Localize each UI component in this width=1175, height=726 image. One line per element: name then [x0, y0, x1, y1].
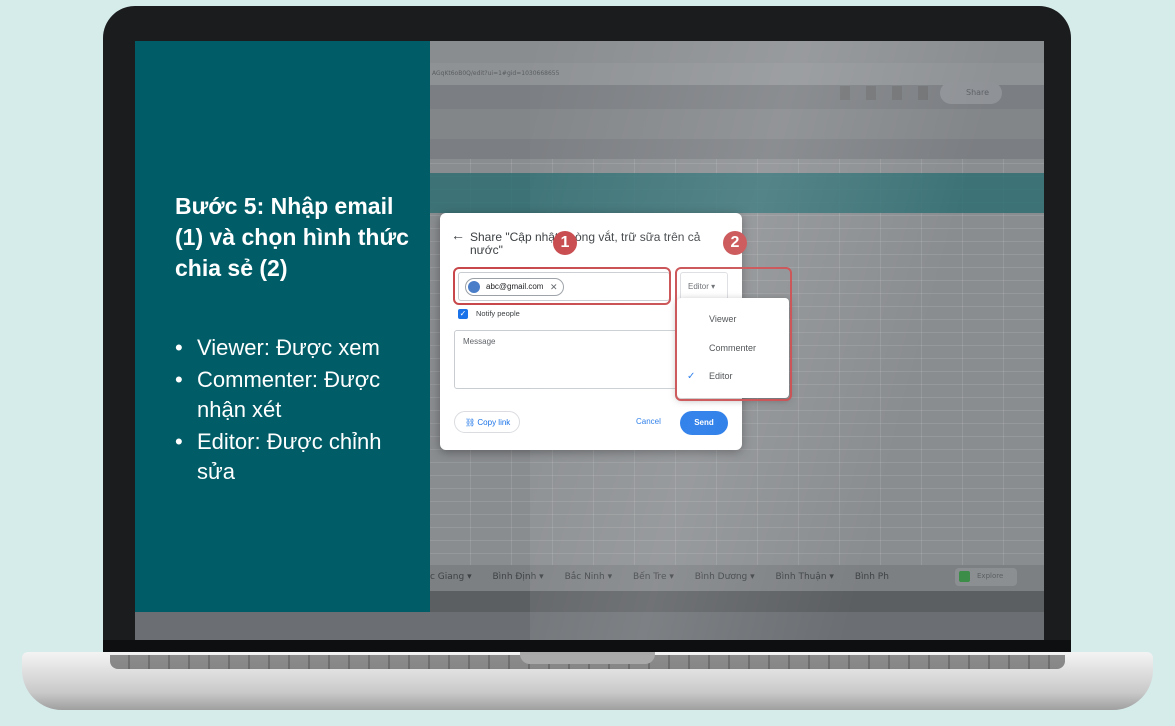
copy-link-button[interactable]: ⛓ Copy link [454, 411, 520, 433]
instruction-panel: Bước 5: Nhập email (1) và chọn hình thức… [135, 41, 430, 612]
dialog-title: Share "Cập nhật phòng vắt, trữ sữa trên … [470, 230, 701, 257]
os-taskbar [430, 591, 1044, 612]
laptop-notch [520, 652, 655, 664]
sheet-tab[interactable]: Bến Tre ▾ [633, 572, 674, 582]
explore-button[interactable]: Explore [955, 568, 1017, 586]
browser-titlebar [430, 41, 1044, 63]
sheet-tabs[interactable]: c Giang ▾ Bình Định ▾ Bắc Ninh ▾ Bến Tre… [430, 565, 1044, 591]
link-icon: ⛓ [465, 418, 478, 427]
sheet-tab[interactable]: c Giang ▾ [430, 572, 472, 582]
cancel-button[interactable]: Cancel [636, 417, 661, 426]
share-button[interactable]: Share [940, 82, 1002, 104]
list-item: Viewer: Được xem [175, 333, 415, 363]
highlight-email [453, 267, 671, 305]
sheets-toolbar [430, 109, 1044, 139]
role-descriptions: Viewer: Được xem Commenter: Được nhận xé… [175, 333, 415, 489]
highlight-role [675, 267, 792, 401]
checkbox-checked-icon[interactable]: ✓ [458, 309, 468, 320]
sheet-tab[interactable]: Bình Định ▾ [492, 572, 543, 582]
toolbar-icons [840, 86, 930, 100]
sheet-tab[interactable]: Bình Dương ▾ [695, 572, 755, 582]
copy-link-label: Copy link [477, 418, 511, 427]
back-arrow-icon[interactable]: ← [451, 227, 465, 243]
sheet-tab[interactable]: Bắc Ninh ▾ [565, 572, 613, 582]
sheet-tab[interactable]: Bình Thuận ▾ [776, 572, 834, 582]
list-item: Editor: Được chỉnh sửa [175, 427, 415, 487]
notify-checkbox[interactable]: ✓ Notify people [458, 309, 520, 320]
list-item: Commenter: Được nhận xét [175, 365, 415, 425]
message-textarea[interactable]: Message [454, 330, 680, 389]
step-badge-1: 1 [553, 231, 577, 255]
step-badge-2: 2 [723, 231, 747, 255]
step-heading: Bước 5: Nhập email (1) và chọn hình thức… [175, 193, 409, 281]
sheet-tab[interactable]: Bình Ph [855, 572, 889, 582]
sheet-header-row [430, 173, 1044, 213]
notify-label: Notify people [476, 309, 520, 318]
send-button[interactable]: Send [680, 411, 728, 435]
